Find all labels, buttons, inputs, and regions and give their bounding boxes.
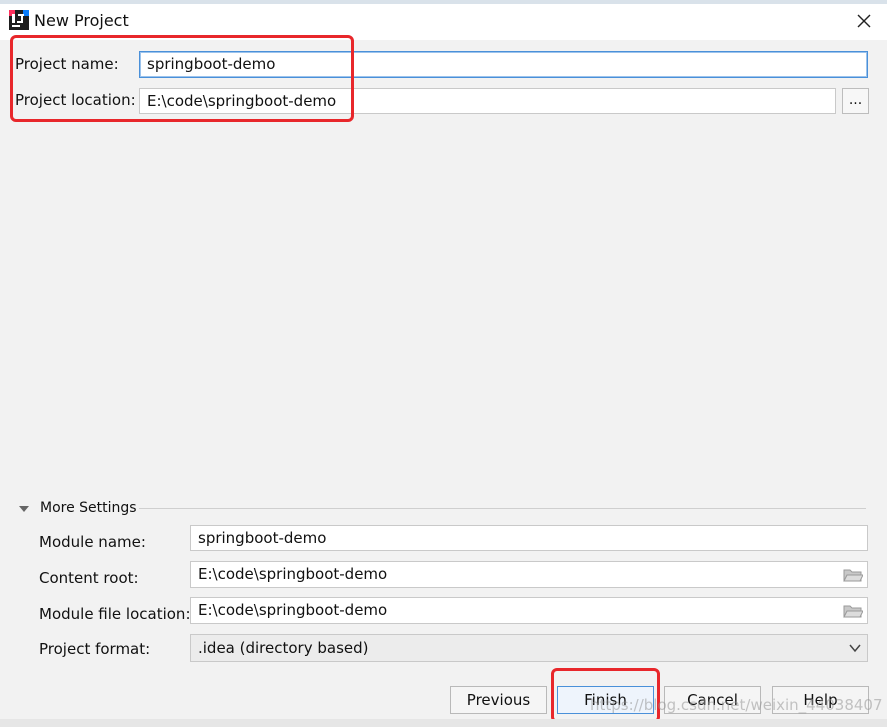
- module-file-location-label: Module file location:: [39, 605, 191, 623]
- chevron-down-icon: [849, 644, 861, 653]
- title-bar: [0, 0, 887, 40]
- intellij-idea-icon: [9, 10, 29, 30]
- background-window-strip-bottom: [0, 719, 887, 727]
- more-settings-toggle[interactable]: More Settings: [40, 500, 137, 516]
- close-icon[interactable]: [851, 8, 877, 34]
- triangle-down-icon[interactable]: [18, 504, 30, 514]
- highlight-box-project-fields: [10, 35, 354, 122]
- folder-icon[interactable]: [843, 603, 863, 619]
- more-settings-separator: [139, 508, 866, 509]
- content-root-label: Content root:: [39, 569, 139, 587]
- background-window-strip: [0, 0, 887, 4]
- folder-icon[interactable]: [843, 567, 863, 583]
- content-root-input[interactable]: E:\code\springboot-demo: [190, 561, 868, 588]
- previous-button[interactable]: Previous: [450, 686, 547, 714]
- window-title: New Project: [34, 11, 129, 30]
- project-format-select[interactable]: .idea (directory based): [190, 634, 868, 662]
- module-file-location-input[interactable]: E:\code\springboot-demo: [190, 597, 868, 624]
- browse-location-button[interactable]: ...: [842, 88, 869, 114]
- project-format-label: Project format:: [39, 640, 151, 658]
- module-name-label: Module name:: [39, 533, 146, 551]
- module-name-input[interactable]: springboot-demo: [190, 525, 868, 551]
- watermark-text: https://blog.csdn.net/weixin_44038407: [590, 696, 883, 714]
